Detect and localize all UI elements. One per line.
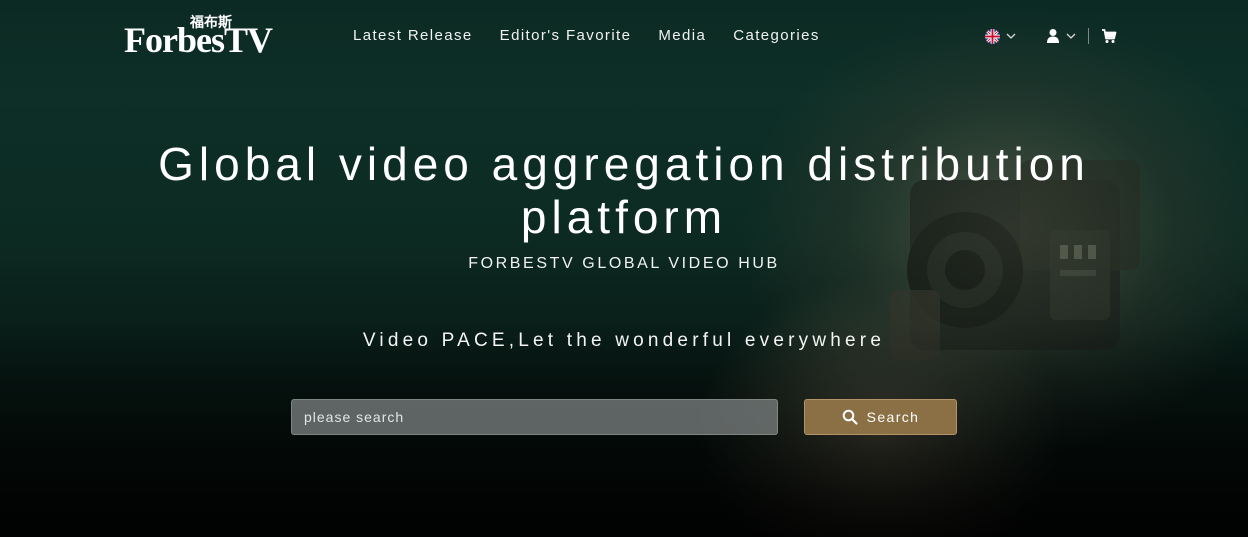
nav-item-latest-release[interactable]: Latest Release: [353, 27, 473, 44]
hero-subtitle: FORBESTV GLOBAL VIDEO HUB: [468, 255, 780, 272]
hero-tagline: Video PACE,Let the wonderful everywhere: [362, 330, 886, 351]
search-button-label: Search: [866, 409, 920, 425]
search-input[interactable]: [291, 399, 778, 435]
shopping-cart-icon[interactable]: [1101, 28, 1117, 44]
search-icon: [842, 409, 858, 425]
user-chevron-down-icon[interactable]: [1066, 31, 1076, 41]
search-button[interactable]: Search: [804, 399, 957, 435]
forbestv-logo[interactable]: 福布斯 ForbesTV: [124, 14, 300, 60]
header-actions: [985, 26, 1117, 46]
header-divider: [1088, 28, 1089, 44]
page: 福布斯 ForbesTV Latest Release Editor's Fav…: [0, 0, 1248, 537]
logo-main-text: ForbesTV: [124, 20, 273, 60]
language-chevron-down-icon[interactable]: [1006, 31, 1016, 41]
site-header: 福布斯 ForbesTV Latest Release Editor's Fav…: [0, 0, 1248, 72]
nav-item-media[interactable]: Media: [658, 27, 706, 44]
nav-item-categories[interactable]: Categories: [733, 27, 820, 44]
hero-title: Global video aggregation distribution pl…: [158, 138, 1090, 243]
user-icon[interactable]: [1046, 28, 1060, 44]
nav-item-editors-favorite[interactable]: Editor's Favorite: [500, 27, 632, 44]
main-nav: Latest Release Editor's Favorite Media C…: [353, 27, 847, 44]
uk-flag-icon[interactable]: [985, 28, 1000, 44]
